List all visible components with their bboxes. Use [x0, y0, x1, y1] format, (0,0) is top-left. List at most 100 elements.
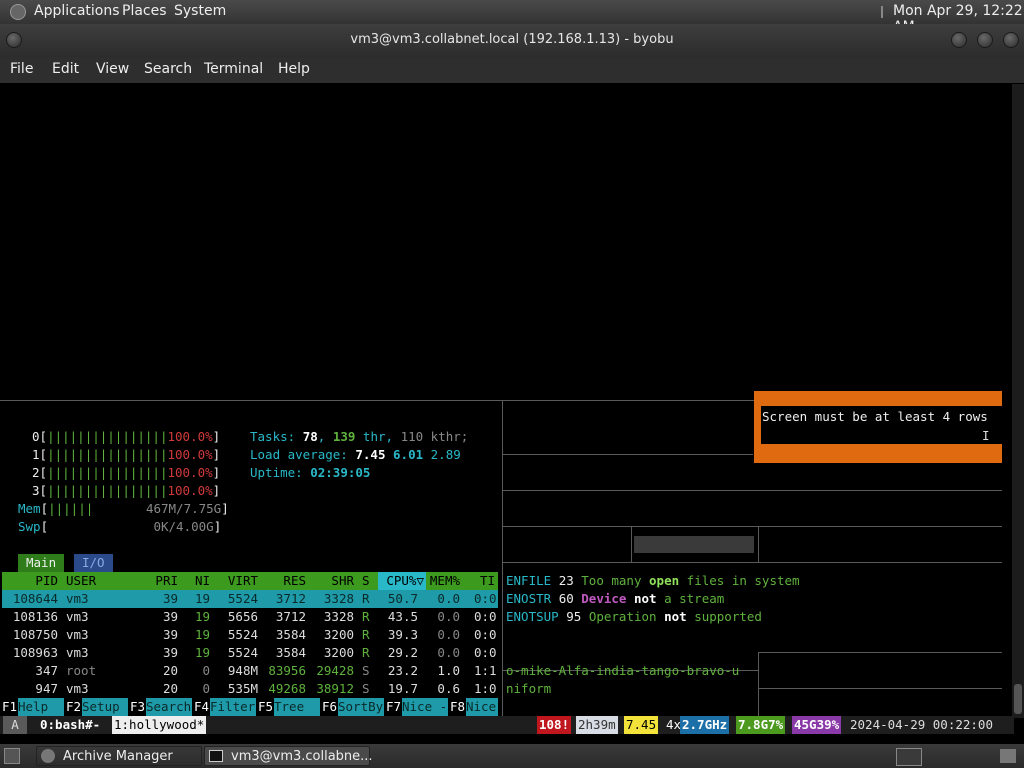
disk-badge: 45G39% [792, 716, 842, 734]
menu-search[interactable]: Search [144, 61, 192, 77]
fkey-label[interactable]: Nice - [402, 698, 448, 716]
error-line-enostr: ENOSTR 60 Device not a stream [506, 591, 725, 606]
process-cell: 0.0 [437, 591, 460, 606]
fkey-7[interactable]: F7 [386, 698, 401, 716]
tab-io[interactable]: I/O [74, 554, 113, 572]
process-cell: S [362, 681, 370, 696]
process-cell: root [66, 663, 97, 678]
process-cell: 3584 [275, 645, 306, 660]
column-header[interactable]: TI [480, 572, 498, 590]
process-cell: 347 [35, 663, 58, 678]
process-cell: 0:0 [474, 627, 497, 642]
datetime: 2024-04-29 00:22:00 [850, 717, 993, 732]
close-button[interactable] [1003, 32, 1019, 48]
cpu-meter-2: 2[||||||||||||||||100.0%] [32, 465, 221, 480]
process-cell: 19 [194, 645, 210, 660]
column-header[interactable]: NI [186, 572, 210, 590]
pane-divider [758, 652, 1002, 653]
process-cell: 39 [162, 627, 178, 642]
workspace-switcher[interactable] [896, 748, 922, 766]
column-header[interactable]: MEM% [426, 572, 460, 590]
window-1[interactable]: 1:hollywood* [112, 716, 207, 734]
fkey-label[interactable]: Search [146, 698, 192, 716]
mem-meter: Mem[|||||| 467M/7.75G] [18, 501, 229, 516]
system-menu[interactable]: System [174, 3, 226, 19]
load-average: Load average: 7.45 6.01 2.89 [250, 447, 461, 462]
process-cell: 108136 [12, 609, 58, 624]
process-cell: 108750 [12, 627, 58, 642]
process-cell: 1:0 [474, 681, 497, 696]
process-cell: 0.0 [437, 609, 460, 624]
menu-file[interactable]: File [10, 61, 33, 77]
warning-popup: Screen must be at least 4 rows I [754, 391, 1002, 463]
fkey-8[interactable]: F8 [450, 698, 465, 716]
fkey-label[interactable]: SortBy [338, 698, 384, 716]
maximize-button[interactable] [977, 32, 993, 48]
process-cell: 947 [35, 681, 58, 696]
process-cell: 20 [162, 681, 178, 696]
terminal-area[interactable]: Screen must be at least 4 rows I 0[|||||… [0, 84, 1014, 718]
task-terminal[interactable]: vm3@vm3.collabne... [204, 746, 373, 766]
cpu-meter-3: 3[||||||||||||||||100.0%] [32, 483, 221, 498]
fkey-5[interactable]: F5 [258, 698, 273, 716]
pane-divider [503, 454, 753, 455]
column-header[interactable]: USER [66, 572, 106, 590]
fkey-label[interactable]: Tree [274, 698, 320, 716]
trash-icon[interactable] [1000, 749, 1016, 763]
fkey-label[interactable]: Filter [210, 698, 256, 716]
process-cell: vm3 [66, 609, 89, 624]
panel-separator [881, 6, 883, 18]
pane-divider [503, 562, 1002, 563]
gnome-menu-icon[interactable] [10, 4, 26, 20]
tab-main[interactable]: Main [18, 554, 65, 572]
fkey-4[interactable]: F4 [194, 698, 209, 716]
process-cell: 0.0 [437, 645, 460, 660]
window-title: vm3@vm3.collabnet.local (192.168.1.13) -… [350, 32, 674, 47]
error-line-enotsup: ENOTSUP 95 Operation not supported [506, 609, 762, 624]
process-cell: 39.3 [387, 627, 418, 642]
scrollbar[interactable] [1012, 84, 1024, 718]
scrollbar-thumb[interactable] [1014, 684, 1022, 714]
process-cell: 29428 [316, 663, 354, 678]
column-header[interactable]: SHR [314, 572, 354, 590]
error-line-enfile: ENFILE 23 Too many open files in system [506, 573, 800, 588]
menu-terminal[interactable]: Terminal [204, 61, 263, 77]
process-cell: 29.2 [387, 645, 418, 660]
menu-bar: File Edit View Search Terminal Help [0, 57, 1024, 83]
menu-view[interactable]: View [96, 61, 129, 77]
cpu-meter-1: 1[||||||||||||||||100.0%] [32, 447, 221, 462]
fkey-6[interactable]: F6 [322, 698, 337, 716]
places-menu[interactable]: Places [122, 3, 167, 19]
fkey-2[interactable]: F2 [66, 698, 81, 716]
fkey-label[interactable]: Nice [466, 698, 498, 716]
menu-help[interactable]: Help [278, 61, 310, 77]
terminal-icon [209, 750, 223, 762]
fkey-3[interactable]: F3 [130, 698, 145, 716]
column-header[interactable]: S [362, 572, 370, 590]
menu-edit[interactable]: Edit [52, 61, 79, 77]
column-header[interactable]: RES [266, 572, 306, 590]
process-cell: 19 [194, 609, 210, 624]
show-desktop-icon[interactable] [4, 748, 20, 764]
fkey-label[interactable]: Setup [82, 698, 128, 716]
fkey-label[interactable]: Help [18, 698, 64, 716]
process-cell: 38912 [316, 681, 354, 696]
column-header[interactable]: VIRT [218, 572, 258, 590]
column-header[interactable]: PID [10, 572, 58, 590]
column-header[interactable]: PRI [146, 572, 178, 590]
pane-divider [502, 400, 503, 716]
process-cell: 5656 [227, 609, 258, 624]
process-cell: 5524 [227, 645, 258, 660]
process-cell: 0 [202, 663, 210, 678]
process-cell: vm3 [66, 627, 89, 642]
task-label: vm3@vm3.collabne... [231, 749, 373, 764]
minimize-button[interactable] [951, 32, 967, 48]
window-0[interactable]: 0:bash#- [38, 716, 102, 734]
process-cell: R [362, 609, 370, 624]
window-titlebar[interactable]: vm3@vm3.collabnet.local (192.168.1.13) -… [0, 24, 1024, 57]
task-archive-manager[interactable]: Archive Manager [36, 746, 202, 766]
column-header[interactable]: CPU%▽ [380, 572, 424, 590]
fkey-1[interactable]: F1 [2, 698, 17, 716]
applications-menu[interactable]: Applications [34, 3, 120, 19]
blank-block [634, 536, 754, 553]
